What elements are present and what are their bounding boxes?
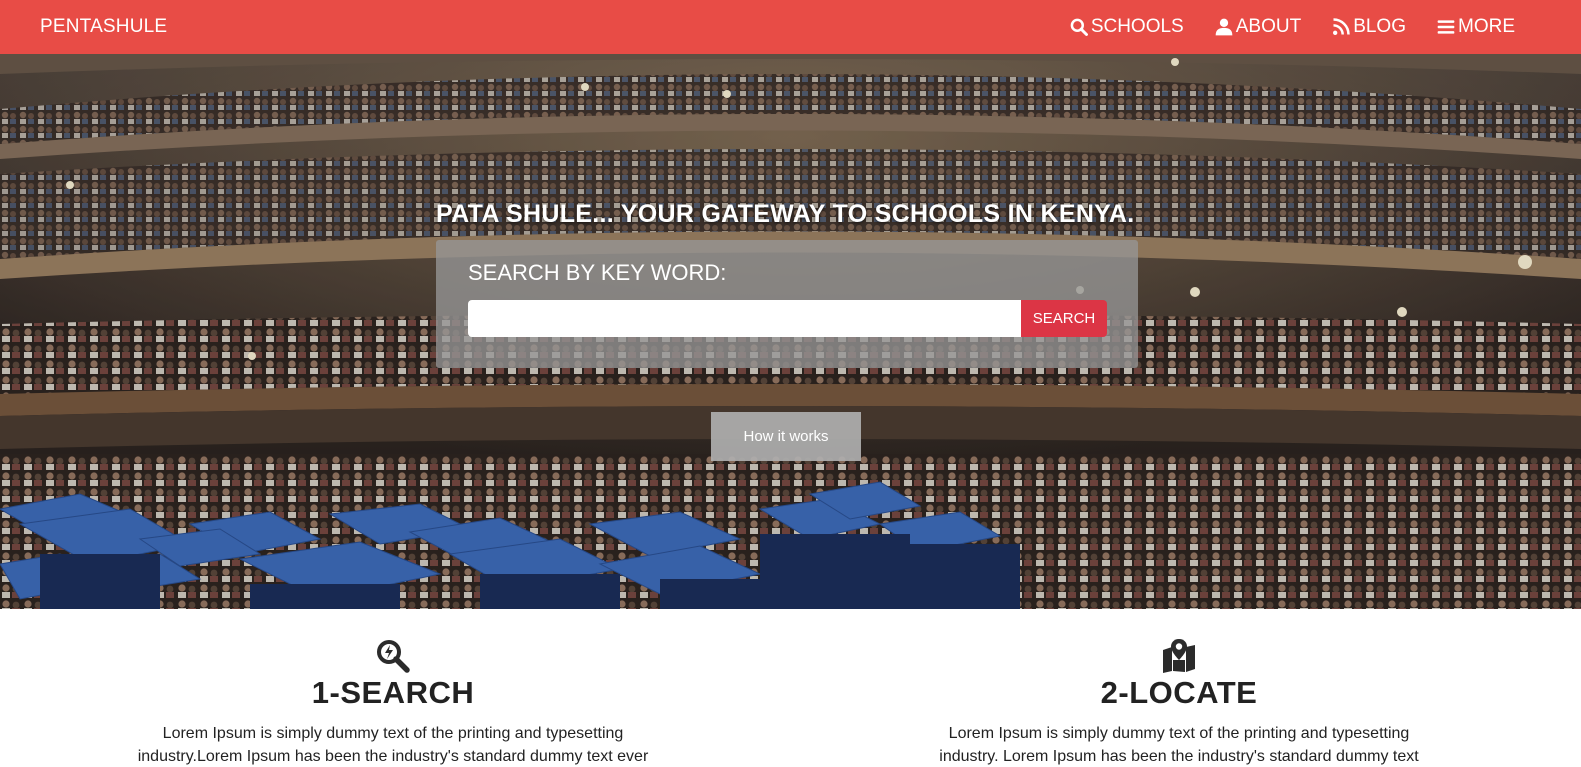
hero-tagline: PATA SHULE... YOUR GATEWAY TO SCHOOLS IN… bbox=[436, 200, 1135, 228]
brand-logo-link[interactable]: PENTASHULE bbox=[40, 16, 167, 38]
search-input[interactable] bbox=[468, 300, 1022, 337]
feature-title: 2-LOCATE bbox=[1100, 675, 1258, 710]
search-bolt-icon bbox=[377, 640, 410, 673]
nav-link-blog[interactable]: BLOG bbox=[1331, 16, 1406, 38]
hero-section: PATA SHULE... YOUR GATEWAY TO SCHOOLS IN… bbox=[0, 54, 1581, 609]
how-it-works-button[interactable]: How it works bbox=[711, 412, 861, 461]
feature-locate: 2-LOCATE Lorem Ipsum is simply dummy tex… bbox=[899, 638, 1459, 767]
nav-link-label: SCHOOLS bbox=[1090, 16, 1184, 37]
nav-link-label: BLOG bbox=[1353, 16, 1406, 37]
map-marker-icon bbox=[1163, 639, 1195, 673]
feature-title: 1-SEARCH bbox=[311, 675, 475, 710]
search-panel: SEARCH BY KEY WORD: SEARCH bbox=[436, 240, 1138, 368]
user-icon bbox=[1215, 18, 1233, 36]
search-button[interactable]: SEARCH bbox=[1021, 300, 1107, 337]
nav-link-about[interactable]: ABOUT bbox=[1214, 16, 1301, 38]
nav-link-label: ABOUT bbox=[1235, 16, 1302, 37]
search-icon bbox=[1070, 18, 1088, 36]
menu-icon bbox=[1437, 20, 1455, 34]
search-label: SEARCH BY KEY WORD: bbox=[468, 260, 727, 285]
feature-search: 1-SEARCH Lorem Ipsum is simply dummy tex… bbox=[113, 638, 673, 767]
feature-description: Lorem Ipsum is simply dummy text of the … bbox=[939, 725, 1419, 765]
top-navbar: PENTASHULE SCHOOLS ABOUT BLOG MORE bbox=[0, 0, 1581, 54]
nav-links: SCHOOLS ABOUT BLOG MORE bbox=[1069, 16, 1515, 38]
rss-icon bbox=[1333, 18, 1350, 35]
nav-link-schools[interactable]: SCHOOLS bbox=[1069, 16, 1184, 38]
feature-description: Lorem Ipsum is simply dummy text of the … bbox=[137, 725, 649, 765]
nav-link-more[interactable]: MORE bbox=[1436, 16, 1515, 38]
nav-link-label: MORE bbox=[1458, 16, 1515, 37]
